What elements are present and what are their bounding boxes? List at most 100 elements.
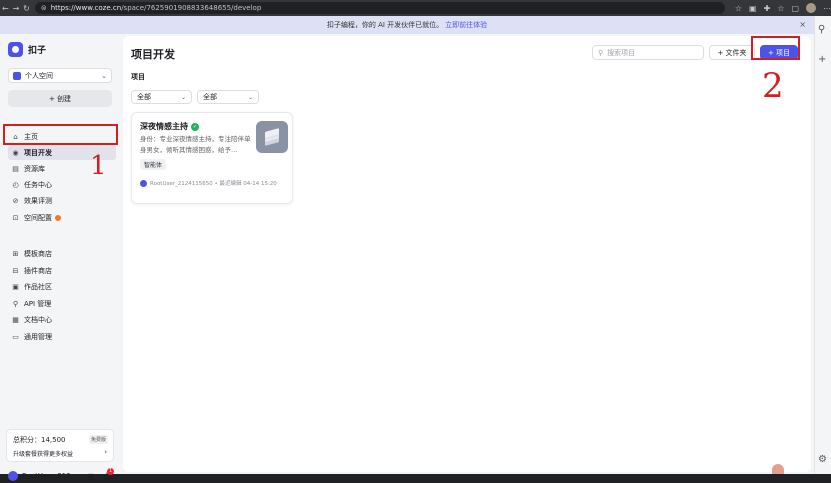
evaluation-icon: ⊘ bbox=[12, 196, 19, 205]
credits-panel[interactable]: 总积分：14,500 免费版 升级套餐获得更多权益 › bbox=[6, 429, 114, 462]
general-icon: ▭ bbox=[12, 332, 19, 341]
sidebar-item-label: 文档中心 bbox=[24, 315, 52, 324]
type-filter[interactable]: 全部 ⌄ bbox=[131, 90, 192, 104]
sidebar-item-label: 效果评测 bbox=[24, 196, 52, 205]
brand[interactable]: 扣子 bbox=[8, 42, 46, 57]
gear-icon[interactable]: ⚙ bbox=[818, 454, 827, 465]
sidebar-item-label: 通用管理 bbox=[24, 332, 52, 341]
notice-dot bbox=[55, 214, 61, 221]
sidebar-item-label: 模板商店 bbox=[24, 249, 52, 258]
filter-value: 全部 bbox=[203, 93, 217, 101]
project-icon: ◉ bbox=[12, 148, 19, 157]
forward-icon[interactable]: → bbox=[11, 4, 22, 13]
back-icon[interactable]: ← bbox=[0, 4, 11, 13]
space-name: 个人空间 bbox=[25, 71, 53, 80]
status-filter[interactable]: 全部 ⌄ bbox=[197, 90, 259, 104]
credits-total: 总积分：14,500 bbox=[13, 436, 66, 444]
sidebar-item-label: 空间配置 bbox=[24, 213, 52, 222]
extensions-puzzle-icon[interactable]: ✚ bbox=[764, 4, 771, 13]
sidebar-item-label: 插件商店 bbox=[24, 266, 52, 275]
search-input[interactable]: ⚲ 搜索项目 bbox=[592, 45, 704, 60]
filter-value: 全部 bbox=[137, 93, 151, 101]
sidebar-item-plugin-store[interactable]: ⊟ 插件商店 bbox=[8, 263, 116, 278]
sidebar-item-docs[interactable]: ▦ 文档中心 bbox=[8, 312, 116, 327]
url-host: https://www.coze.cn bbox=[50, 4, 122, 12]
plugin-icon: ⊟ bbox=[12, 266, 19, 275]
banner-link[interactable]: 立即前往体验 bbox=[445, 20, 487, 30]
plan-badge: 免费版 bbox=[88, 435, 108, 444]
sidebar-item-general[interactable]: ▭ 通用管理 bbox=[8, 329, 116, 344]
section-label: 项目 bbox=[131, 73, 145, 81]
favorites-icon[interactable]: ☆ bbox=[777, 4, 784, 13]
docs-icon: ▦ bbox=[12, 315, 19, 324]
collections-icon[interactable]: ▢ bbox=[791, 4, 799, 13]
apps-grid-icon[interactable]: ⊞ bbox=[87, 472, 94, 481]
page-title: 项目开发 bbox=[131, 48, 175, 61]
sidebar-item-label: 作品社区 bbox=[24, 282, 52, 291]
reload-icon[interactable]: ↻ bbox=[21, 4, 32, 13]
search-icon: ⚲ bbox=[598, 48, 604, 57]
template-icon: ⊞ bbox=[12, 249, 19, 258]
card-title-text: 深夜情感主持 bbox=[140, 122, 188, 131]
layers-icon bbox=[265, 128, 279, 146]
annotation-number-1: 1 bbox=[90, 151, 107, 181]
verified-check-icon: ✓ bbox=[191, 122, 199, 131]
more-menu-icon[interactable]: ⋯ bbox=[823, 4, 831, 13]
chevron-right-icon: › bbox=[104, 448, 107, 456]
sidebar-item-label: 项目开发 bbox=[24, 148, 52, 157]
sidebar-item-label: API 管理 bbox=[24, 299, 52, 308]
assistant-bubble[interactable] bbox=[772, 464, 784, 474]
browser-side-panel: ⚲ + ⚙ bbox=[814, 16, 831, 474]
create-button[interactable]: + 创建 bbox=[8, 90, 112, 107]
search-placeholder: 搜索项目 bbox=[607, 48, 636, 57]
site-info-icon[interactable]: ⊜ bbox=[41, 4, 47, 12]
main-panel: 项目开发 ⚲ 搜索项目 + 文件夹 + 项目 项目 全部 ⌄ 全部 ⌄ 深夜情感… bbox=[123, 36, 811, 472]
user-name[interactable]: RootUser_212... bbox=[22, 472, 77, 480]
community-icon: ▣ bbox=[12, 282, 19, 291]
bell-icon[interactable]: 🔔︎ 1 bbox=[102, 467, 115, 481]
brand-name: 扣子 bbox=[28, 46, 47, 56]
sidebar-item-evaluation[interactable]: ⊘ 效果评测 bbox=[8, 193, 116, 208]
sidebar-item-community[interactable]: ▣ 作品社区 bbox=[8, 279, 116, 294]
space-icon bbox=[13, 71, 21, 80]
sidebar: 扣子 个人空间 ⌄ + 创建 ⌂ 主页 ◉ 项目开发 ▤ 资源库 ◴ 任务中心 … bbox=[0, 34, 123, 481]
avatar[interactable] bbox=[8, 471, 18, 481]
settings-icon: ⊡ bbox=[12, 213, 19, 222]
new-folder-button[interactable]: + 文件夹 bbox=[709, 45, 755, 60]
sidebar-item-api[interactable]: ⚲ API 管理 bbox=[8, 296, 116, 311]
project-card[interactable]: 深夜情感主持 ✓ 身份：专业深夜情感主持，专注陪伴单身男女，倾听其情感困惑，给予… bbox=[131, 112, 293, 204]
chevron-down-icon: ⌄ bbox=[247, 93, 253, 101]
announcement-banner: 扣子编程，你的 AI 开发伙伴已就位。 立即前往体验 × bbox=[0, 16, 814, 34]
search-icon[interactable]: ⚲ bbox=[818, 24, 825, 35]
space-selector[interactable]: 个人空间 ⌄ bbox=[8, 68, 112, 83]
add-icon[interactable]: + bbox=[818, 54, 826, 65]
banner-text: 扣子编程，你的 AI 开发伙伴已就位。 bbox=[326, 21, 444, 29]
library-icon: ▤ bbox=[12, 164, 19, 173]
card-title: 深夜情感主持 ✓ bbox=[140, 121, 199, 132]
extension-icon[interactable]: ▣ bbox=[749, 4, 757, 13]
sidebar-item-space-config[interactable]: ⊡ 空间配置 bbox=[8, 210, 116, 225]
url-path: /space/7625901908833648655/develop bbox=[121, 4, 262, 12]
annotation-box-1 bbox=[3, 124, 118, 145]
card-footer: RootUser_2124115650 • 最近编辑 04-14 15:20 bbox=[140, 179, 277, 187]
chevron-down-icon: ⌄ bbox=[180, 93, 186, 101]
api-icon: ⚲ bbox=[12, 299, 19, 308]
bookmark-star-icon[interactable]: ☆ bbox=[735, 4, 742, 13]
notification-badge: 1 bbox=[107, 467, 115, 475]
sidebar-item-template-store[interactable]: ⊞ 模板商店 bbox=[8, 246, 116, 261]
annotation-box-2 bbox=[751, 36, 800, 60]
close-icon[interactable]: × bbox=[799, 20, 806, 29]
sidebar-item-label: 资源库 bbox=[24, 164, 45, 173]
card-tag: 智能体 bbox=[140, 159, 167, 170]
card-description: 身份：专业深夜情感主持，专注陪伴单身男女，倾听其情感困惑，给予… bbox=[140, 135, 251, 154]
address-bar[interactable]: ⊜ https://www.coze.cn/space/762590190883… bbox=[34, 2, 725, 14]
card-footer-text: RootUser_2124115650 • 最近编辑 04-14 15:20 bbox=[150, 181, 277, 187]
coze-page: 扣子编程，你的 AI 开发伙伴已就位。 立即前往体验 × 扣子 个人空间 ⌄ +… bbox=[0, 16, 814, 481]
profile-avatar[interactable] bbox=[806, 3, 816, 13]
upgrade-text: 升级套餐获得更多权益 bbox=[13, 451, 74, 458]
avatar bbox=[140, 179, 147, 187]
project-thumbnail bbox=[256, 121, 288, 153]
coze-logo-icon bbox=[8, 42, 23, 57]
task-icon: ◴ bbox=[12, 180, 19, 189]
annotation-number-2: 2 bbox=[762, 66, 784, 106]
